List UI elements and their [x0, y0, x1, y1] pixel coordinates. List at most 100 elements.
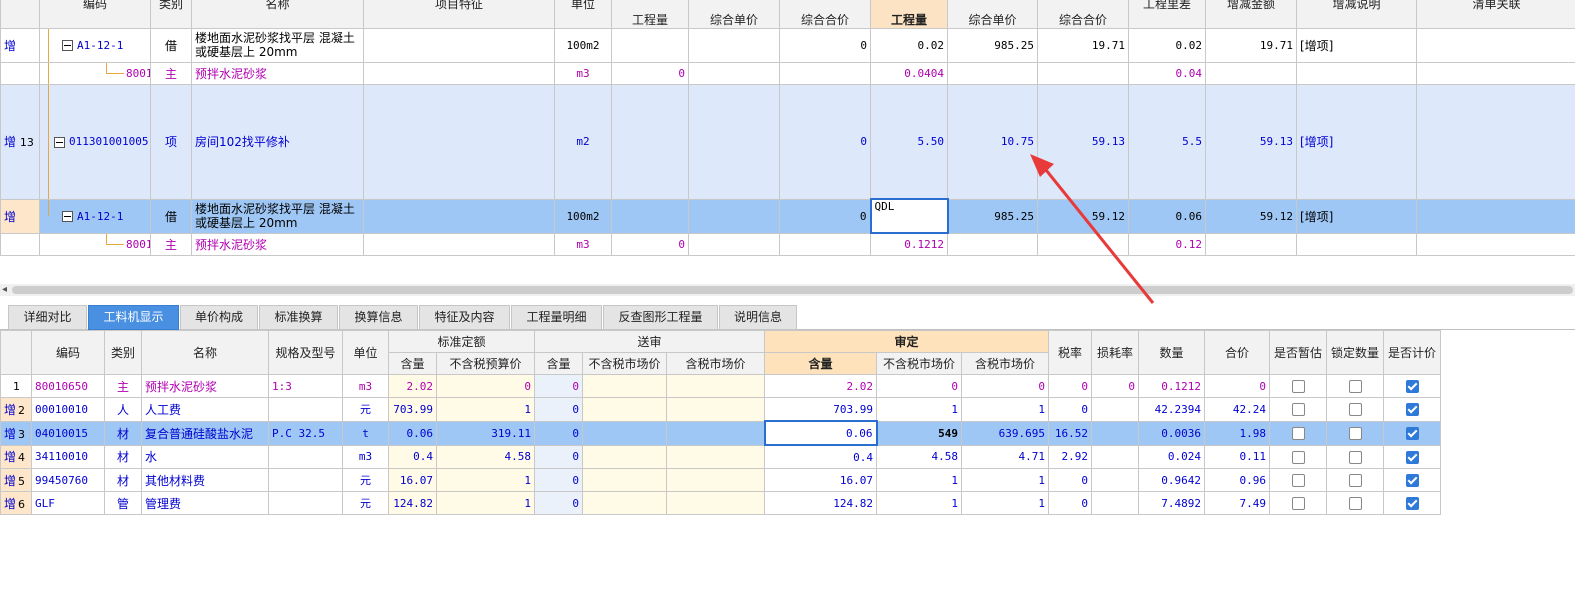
- tab-unit-price[interactable]: 单价构成: [180, 305, 258, 330]
- header-code[interactable]: 编码: [31, 330, 105, 375]
- row-list-link[interactable]: [1416, 61, 1575, 85]
- row-lock-checkbox[interactable]: [1348, 427, 1362, 440]
- row-priced-cell[interactable]: [1383, 468, 1441, 492]
- tab-reverse-lookup[interactable]: 反查图形工程量: [603, 305, 718, 330]
- row-shen-c[interactable]: 703.99: [764, 397, 877, 422]
- header-audit-tax-market[interactable]: 含税市场价: [961, 352, 1049, 375]
- row-provisional-checkbox[interactable]: [1291, 474, 1305, 487]
- row-code[interactable]: 80010650: [39, 232, 151, 256]
- row-send-c[interactable]: 0: [534, 444, 583, 469]
- header-provisional[interactable]: 是否暂估: [1269, 330, 1327, 375]
- scroll-left-icon[interactable]: ◂: [2, 284, 7, 296]
- table-row[interactable]: 增 A1-12-1 借 楼地面水泥砂浆找平层 混凝土或硬基层上 20mm 100…: [0, 198, 1575, 234]
- row-feature[interactable]: [363, 83, 555, 200]
- row-shen-c[interactable]: 0.06: [763, 420, 878, 446]
- row-d-qty[interactable]: 5.50: [870, 83, 948, 200]
- header-feature[interactable]: 项目特征: [363, 0, 555, 29]
- row-shen-c[interactable]: 16.07: [764, 468, 877, 492]
- tab-standard-conversion[interactable]: 标准换算: [259, 305, 338, 330]
- header-code[interactable]: 编码: [39, 0, 151, 29]
- row-shen-m[interactable]: 1: [876, 397, 962, 422]
- row-priced-checkbox[interactable]: [1405, 474, 1419, 487]
- header-loss-rate[interactable]: 损耗率: [1091, 330, 1139, 375]
- row-shen-c[interactable]: 2.02: [764, 374, 877, 398]
- header-list-link[interactable]: 清单关联: [1416, 0, 1575, 29]
- header-unit[interactable]: 单位: [342, 330, 389, 375]
- header-qty-diff[interactable]: 工程里差: [1128, 0, 1206, 29]
- row-provisional-checkbox[interactable]: [1291, 427, 1305, 440]
- row-provisional-cell[interactable]: [1269, 420, 1327, 446]
- header-spec[interactable]: 规格及型号: [268, 330, 343, 375]
- row-provisional-cell[interactable]: [1269, 468, 1327, 492]
- row-provisional-checkbox[interactable]: [1291, 380, 1305, 393]
- row-shen-c[interactable]: 0.4: [764, 444, 877, 469]
- table-row[interactable]: 80010650 主 预拌水泥砂浆 m3 0 0.1212 0.12: [0, 232, 1575, 256]
- row-priced-cell[interactable]: [1383, 491, 1441, 515]
- row-send-c[interactable]: 0: [534, 491, 583, 515]
- collapse-icon[interactable]: [62, 40, 73, 51]
- table-row[interactable]: 增 A1-12-1 借 楼地面水泥砂浆找平层 混凝土或硬基层上 20mm 100…: [0, 27, 1575, 63]
- row-priced-checkbox[interactable]: [1405, 427, 1419, 440]
- scrollbar-thumb[interactable]: [12, 286, 1573, 294]
- row-shen-m[interactable]: 549: [876, 420, 962, 446]
- row-s-qty[interactable]: [611, 198, 689, 234]
- row-code[interactable]: A1-12-1: [39, 27, 151, 63]
- header-diff-note[interactable]: 增减说明: [1296, 0, 1417, 29]
- row-list-link[interactable]: [1416, 198, 1575, 234]
- row-std-c[interactable]: 0.06: [388, 420, 437, 446]
- row-s-qty[interactable]: 0: [611, 61, 689, 85]
- row-provisional-checkbox[interactable]: [1291, 450, 1305, 464]
- header-total[interactable]: 合价: [1204, 330, 1270, 375]
- row-list-link[interactable]: [1416, 83, 1575, 200]
- row-priced-cell[interactable]: [1383, 420, 1441, 446]
- row-lock-checkbox[interactable]: [1348, 403, 1362, 417]
- row-provisional-cell[interactable]: [1269, 374, 1327, 398]
- row-lock-cell[interactable]: [1326, 468, 1384, 492]
- row-lock-cell[interactable]: [1326, 397, 1384, 422]
- row-lock-cell[interactable]: [1326, 444, 1384, 469]
- row-provisional-cell[interactable]: [1269, 444, 1327, 469]
- row-list-link[interactable]: [1416, 232, 1575, 256]
- row-lock-checkbox[interactable]: [1348, 474, 1362, 487]
- row-feature[interactable]: [363, 27, 555, 63]
- row-provisional-cell[interactable]: [1269, 491, 1327, 515]
- header-type[interactable]: 类别: [150, 0, 192, 29]
- table-row[interactable]: 增 6 GLF 管管理费元 124.82 1 0 124.82 1 1 0 7.4892 7.49: [0, 491, 1441, 515]
- row-priced-cell[interactable]: [1383, 397, 1441, 422]
- row-std-c[interactable]: 0.4: [388, 444, 437, 469]
- tab-description[interactable]: 说明信息: [719, 305, 797, 330]
- row-code[interactable]: 80010650: [39, 61, 151, 85]
- table-row[interactable]: 增 4 34110010 材水 m3 0.4 4.58 0 0.4 4.58 4.71 2.92 0.0…: [0, 444, 1441, 469]
- quantity-edit-input[interactable]: QDL: [869, 198, 949, 234]
- row-provisional-cell[interactable]: [1269, 397, 1327, 422]
- row-feature[interactable]: [363, 232, 555, 256]
- header-std-price[interactable]: 不含税预算价: [436, 352, 535, 375]
- tab-features-content[interactable]: 特征及内容: [419, 305, 510, 330]
- row-std-c[interactable]: 2.02: [388, 374, 437, 398]
- header-send-market[interactable]: 不含税市场价: [582, 352, 667, 375]
- header-shending-total[interactable]: 综合合价: [1037, 0, 1129, 29]
- header-name[interactable]: 名称: [141, 330, 269, 375]
- row-shen-m[interactable]: 1: [876, 468, 962, 492]
- row-std-c[interactable]: 124.82: [388, 491, 437, 515]
- row-send-c[interactable]: 0: [534, 374, 583, 398]
- row-lock-checkbox[interactable]: [1348, 380, 1362, 393]
- header-priced[interactable]: 是否计价: [1383, 330, 1441, 375]
- row-lock-cell[interactable]: [1326, 420, 1384, 446]
- header-type[interactable]: 类别: [104, 330, 142, 375]
- tab-labor-material[interactable]: 工料机显示: [88, 305, 179, 330]
- header-shending-qty[interactable]: 工程量: [870, 0, 948, 29]
- row-provisional-checkbox[interactable]: [1291, 403, 1305, 417]
- header-tax-rate[interactable]: 税率: [1048, 330, 1092, 375]
- row-feature[interactable]: [363, 198, 555, 234]
- row-code[interactable]: A1-12-1: [39, 198, 151, 234]
- table-row[interactable]: 增 3 04010015 材复合普通硅酸盐水泥 P.C 32.5 t 0.06 319.11 0…: [0, 420, 1441, 446]
- row-s-qty[interactable]: [611, 27, 689, 63]
- row-send-c[interactable]: 0: [534, 397, 583, 422]
- header-send-tax-market[interactable]: 含税市场价: [666, 352, 765, 375]
- row-feature[interactable]: [363, 61, 555, 85]
- tab-conversion-info[interactable]: 换算信息: [339, 305, 418, 330]
- header-songshen-total[interactable]: 综合合价: [779, 0, 871, 29]
- row-send-c[interactable]: 0: [534, 420, 583, 446]
- header-amount-diff[interactable]: 增减金额: [1205, 0, 1297, 29]
